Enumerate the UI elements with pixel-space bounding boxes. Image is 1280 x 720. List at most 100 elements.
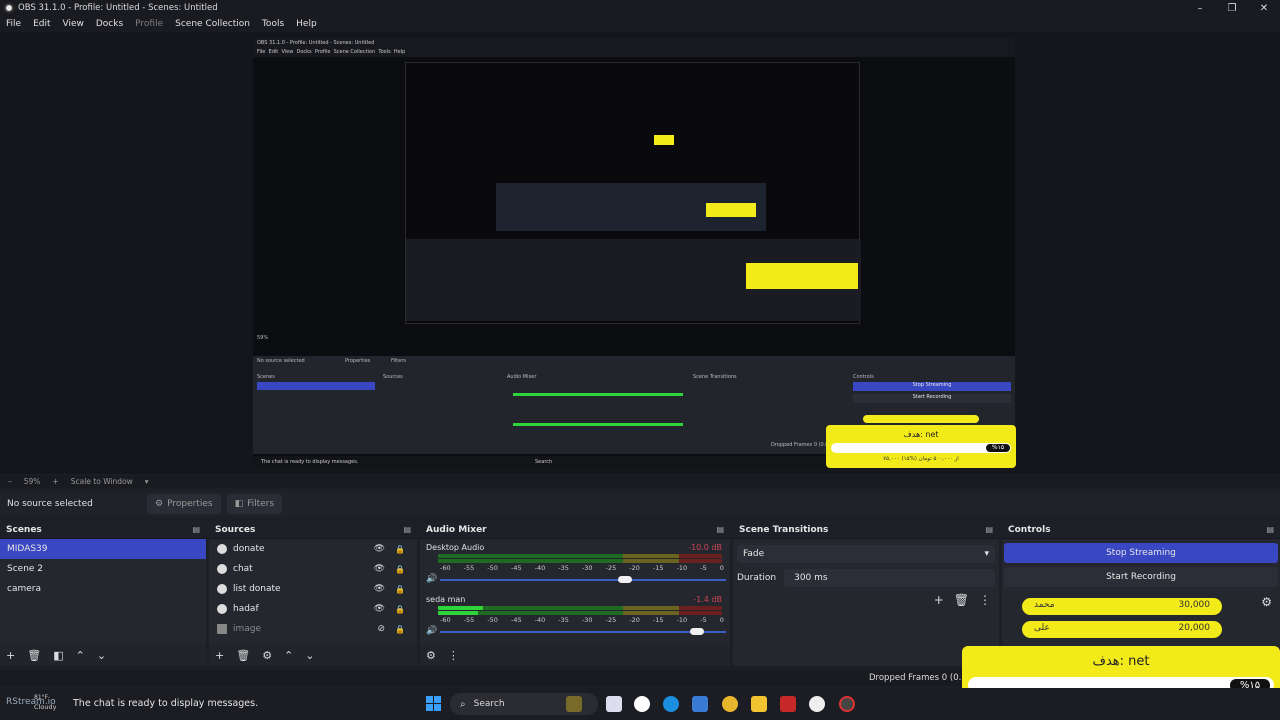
preview-canvas[interactable]: OBS 31.1.0 - Profile: Untitled - Scenes:… [253, 38, 1015, 468]
obs-taskbar-icon[interactable] [839, 696, 855, 712]
lock-icon[interactable]: 🔒 [395, 565, 405, 574]
eye-icon[interactable]: 👁 [374, 564, 385, 574]
volume-slider[interactable]: 🔊 [426, 626, 726, 636]
trash-icon[interactable]: 🗑 [954, 593, 969, 607]
media-player-icon[interactable] [809, 696, 825, 712]
menu-docks[interactable]: Docks [96, 19, 123, 29]
browser-source-icon [217, 604, 227, 614]
chat-status: The chat is ready to display messages. [73, 698, 259, 709]
donor-name: محمد [1034, 600, 1055, 610]
more-icon[interactable]: ⋮ [448, 649, 459, 662]
windows-start-icon[interactable] [426, 696, 441, 711]
menu-file[interactable]: File [6, 19, 21, 29]
dock-menu-icon[interactable]: ▤ [192, 525, 200, 534]
zoom-level: 59% [23, 477, 41, 486]
volume-knob[interactable] [618, 576, 632, 583]
chevron-down-icon[interactable]: ▾ [145, 477, 149, 486]
lock-icon[interactable]: 🔒 [395, 625, 405, 634]
preview-goal-widget: هدف: net %۱۵ ۷۵,۰۰۰ از ۵۰۰,۰۰۰ تومان (%۱… [826, 425, 1016, 468]
scene-item-scene-2[interactable]: Scene 2 [0, 559, 206, 579]
weather-label: Cloudy [34, 703, 57, 711]
preview-menu-bar: File Edit View Docks Profile Scene Colle… [253, 48, 1015, 57]
stop-streaming-button[interactable]: Stop Streaming [1004, 543, 1278, 563]
filter-icon[interactable]: ◧ [53, 649, 63, 662]
minimize-icon[interactable]: – [1184, 0, 1216, 16]
add-icon[interactable]: + [934, 593, 944, 607]
filters-button[interactable]: ◧ Filters [226, 494, 283, 514]
trash-icon[interactable]: 🗑 [236, 649, 250, 662]
preview-window-title: OBS 31.1.0 - Profile: Untitled - Scenes:… [253, 38, 1015, 48]
source-item-list-donate[interactable]: list donate 👁 🔒 [209, 579, 417, 599]
scene-item-midas39[interactable]: MIDAS39 [0, 539, 206, 559]
app-icon[interactable] [780, 696, 796, 712]
chevron-up-icon[interactable]: ⌃ [76, 649, 85, 662]
menu-edit[interactable]: Edit [33, 19, 50, 29]
speaker-icon[interactable]: 🔊 [426, 574, 437, 584]
zoom-in-button[interactable]: + [52, 477, 58, 486]
chatgpt-icon[interactable] [634, 696, 650, 712]
duration-input[interactable]: 300 ms [784, 569, 995, 587]
source-item-donate[interactable]: donate 👁 🔒 [209, 539, 417, 559]
source-item-hadaf[interactable]: hadaf 👁 🔒 [209, 599, 417, 619]
gear-icon[interactable]: ⚙ [1261, 595, 1272, 609]
chevron-down-icon[interactable]: ⌄ [305, 649, 314, 662]
maximize-icon[interactable]: ❐ [1216, 0, 1248, 16]
chevron-down-icon[interactable]: ⌄ [97, 649, 106, 662]
scene-item-camera[interactable]: camera [0, 579, 206, 599]
volume-knob[interactable] [690, 628, 704, 635]
lock-icon[interactable]: 🔒 [395, 585, 405, 594]
menu-tools[interactable]: Tools [262, 19, 284, 29]
copilot-icon[interactable] [566, 696, 582, 712]
trash-icon[interactable]: 🗑 [27, 649, 41, 662]
chrome-icon[interactable] [722, 696, 738, 712]
nested-yellow-widget [706, 203, 756, 217]
source-item-chat[interactable]: chat 👁 🔒 [209, 559, 417, 579]
speaker-icon[interactable]: 🔊 [426, 626, 437, 636]
eye-icon[interactable]: 👁 [374, 584, 385, 594]
transition-select[interactable]: Fade ▾ [737, 545, 995, 563]
taskbar: RStream.io 81°F Cloudy The chat is ready… [0, 688, 1280, 720]
menu-profile[interactable]: Profile [135, 19, 163, 29]
browser-source-icon [217, 544, 227, 554]
folder-icon[interactable] [751, 696, 767, 712]
title-bar: OBS 31.1.0 - Profile: Untitled - Scenes:… [0, 0, 1280, 16]
close-icon[interactable]: ✕ [1248, 0, 1280, 16]
zoom-mode[interactable]: Scale to Window [71, 477, 133, 486]
meter-scale: -60 -55 -50 -45 -40 -35 -30 -25 -20 -15 -10 -5 0 [440, 564, 724, 572]
dock-menu-icon[interactable]: ▤ [716, 525, 724, 534]
edge-icon[interactable] [663, 696, 679, 712]
source-item-image[interactable]: image ⊘ 🔒 [209, 619, 417, 639]
dock-menu-icon[interactable]: ▤ [1266, 525, 1274, 534]
properties-button[interactable]: ⚙ Properties [147, 494, 221, 514]
scenes-title: Scenes [6, 524, 42, 535]
task-view-icon[interactable] [606, 696, 622, 712]
add-icon[interactable]: + [6, 649, 15, 662]
more-icon[interactable]: ⋮ [979, 593, 991, 607]
eye-hidden-icon[interactable]: ⊘ [377, 624, 385, 634]
add-icon[interactable]: + [215, 649, 224, 662]
chevron-up-icon[interactable]: ⌃ [284, 649, 293, 662]
meter-scale: -60 -55 -50 -45 -40 -35 -30 -25 -20 -15 -10 -5 0 [440, 616, 724, 624]
preview-area[interactable]: OBS 31.1.0 - Profile: Untitled - Scenes:… [0, 32, 1280, 474]
scene-transitions-dock: Scene Transitions ▤ Fade ▾ Duration 300 ms… [733, 521, 999, 666]
menu-scene-collection[interactable]: Scene Collection [175, 19, 250, 29]
track-name: Desktop Audio [426, 543, 485, 552]
eye-icon[interactable]: 👁 [374, 544, 385, 554]
gear-icon[interactable]: ⚙ [426, 649, 436, 662]
volume-slider[interactable]: 🔊 [426, 574, 726, 584]
lock-icon[interactable]: 🔒 [395, 545, 405, 554]
gear-icon[interactable]: ⚙ [262, 649, 272, 662]
dock-menu-icon[interactable]: ▤ [985, 525, 993, 534]
donor-name: علی [1034, 623, 1050, 633]
dock-menu-icon[interactable]: ▤ [403, 525, 411, 534]
menu-help[interactable]: Help [296, 19, 317, 29]
lock-icon[interactable]: 🔒 [395, 605, 405, 614]
browser-source-icon [217, 564, 227, 574]
eye-icon[interactable]: 👁 [374, 604, 385, 614]
menu-view[interactable]: View [63, 19, 84, 29]
weather-temp: 81°F [34, 694, 49, 701]
store-icon[interactable] [692, 696, 708, 712]
start-recording-button[interactable]: Start Recording [1004, 567, 1278, 587]
zoom-out-button[interactable]: – [8, 477, 12, 486]
search-icon: ⌕ [460, 698, 466, 710]
